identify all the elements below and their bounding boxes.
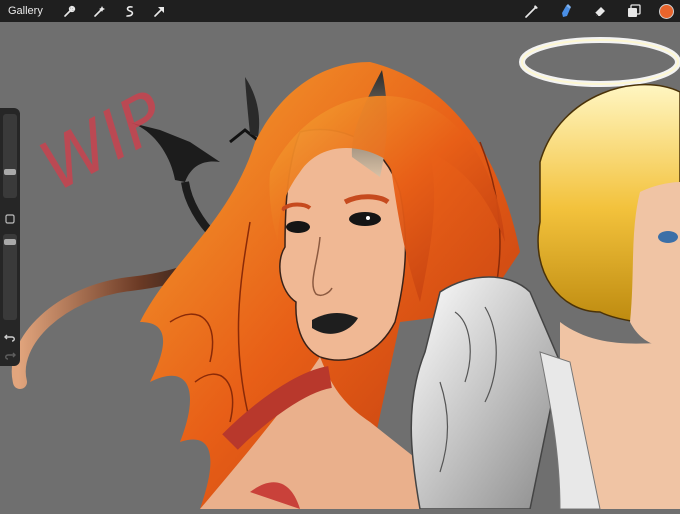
smudge-icon[interactable] bbox=[559, 4, 573, 18]
brush-size-slider[interactable] bbox=[3, 114, 17, 198]
wip-text: WIP bbox=[28, 77, 178, 207]
undo-icon[interactable] bbox=[3, 330, 17, 344]
selection-icon[interactable] bbox=[123, 4, 137, 18]
magic-wand-icon[interactable] bbox=[93, 4, 107, 18]
transform-arrow-icon[interactable] bbox=[153, 4, 167, 18]
color-swatch[interactable] bbox=[659, 3, 674, 19]
layers-icon[interactable] bbox=[627, 4, 641, 18]
top-toolbar: Gallery bbox=[0, 0, 680, 22]
modify-square-icon[interactable] bbox=[5, 211, 15, 224]
brush-icon[interactable] bbox=[525, 4, 539, 18]
right-toolbar bbox=[515, 0, 674, 22]
opacity-thumb[interactable] bbox=[4, 239, 16, 245]
redo-icon[interactable] bbox=[3, 348, 17, 362]
drawing-canvas[interactable]: WIP bbox=[0, 22, 680, 510]
artwork-illustration: WIP bbox=[11, 37, 680, 510]
opacity-slider[interactable] bbox=[3, 234, 17, 320]
wrench-icon[interactable] bbox=[63, 4, 77, 18]
left-sidebar bbox=[0, 108, 20, 366]
brush-size-thumb[interactable] bbox=[4, 169, 16, 175]
gallery-button[interactable]: Gallery bbox=[8, 5, 43, 17]
eraser-icon[interactable] bbox=[593, 4, 607, 18]
